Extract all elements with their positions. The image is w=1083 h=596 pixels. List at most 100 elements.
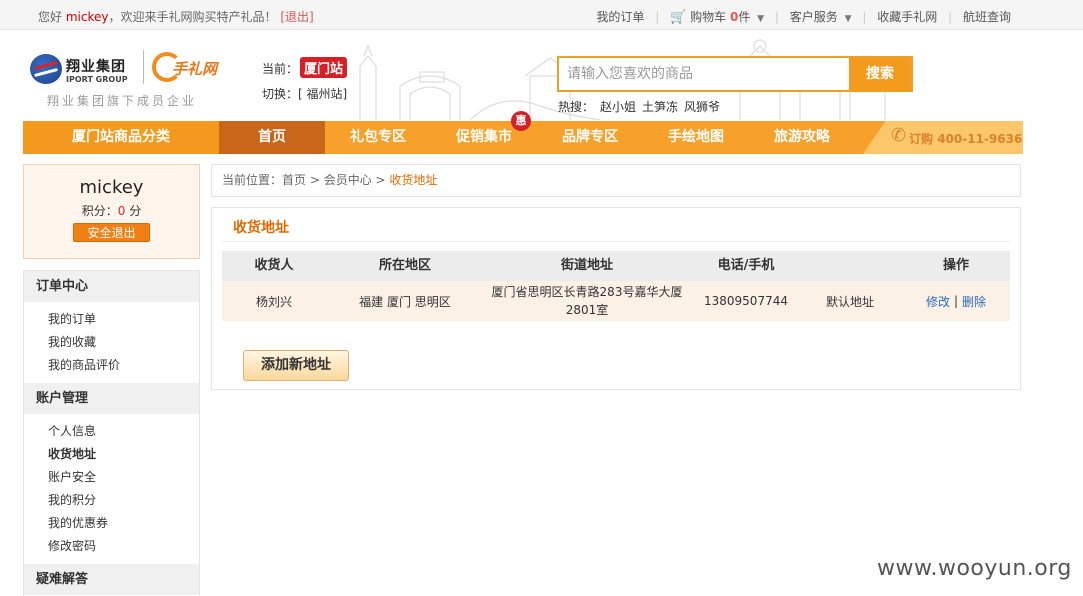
top-links: 我的订单 | 🛒 购物车 0件 ▼ | 客户服务 ▼ | 收藏手礼网 | 航班查… — [596, 8, 1011, 25]
address-table: 收货人 所在地区 街道地址 电话/手机 操作 杨刘兴 福建 厦门 思明区 厦门省… — [222, 251, 1010, 321]
divider: | — [862, 10, 867, 24]
points-label: 积分： — [81, 204, 118, 218]
edit-address-link[interactable]: 修改 — [926, 293, 950, 310]
chevron-down-icon: ▼ — [757, 14, 765, 24]
shouli-name: 手礼网 — [172, 60, 218, 78]
category-menu-button[interactable]: 厦门站商品分类 — [23, 121, 219, 154]
menu-links: 我的订单 我的收藏 我的商品评价 — [24, 302, 199, 383]
menu-section-orders: 订单中心 — [24, 271, 199, 302]
nav-item-gift-packs[interactable]: 礼包专区 — [325, 121, 431, 154]
favorite-site-link[interactable]: 收藏手礼网 — [877, 8, 937, 25]
iport-group-logo: 翔业集团 IPORT GROUP — [30, 52, 140, 88]
hot-search-label: 热搜： — [558, 100, 595, 114]
chevron-down-icon: ▼ — [844, 14, 852, 24]
divider — [222, 241, 1010, 242]
greeting-prefix: 您好 — [38, 10, 63, 24]
address-panel: 收货地址 收货人 所在地区 街道地址 电话/手机 操作 杨刘兴 福建 厦门 思明… — [211, 207, 1021, 390]
cart-unit: 件 — [738, 10, 751, 24]
cart-count: 0 — [729, 10, 739, 24]
main-nav: 厦门站商品分类 首页 礼包专区 促销集市 品牌专区 手绘地图 旅游攻略 惠 ✆ … — [23, 111, 1023, 154]
safe-logout-button[interactable]: 安全退出 — [73, 223, 150, 242]
nav-item-home[interactable]: 首页 — [219, 121, 325, 154]
iport-logo-icon — [30, 54, 62, 84]
hot-searches: 热搜： 赵小姐 土笋冻 风狮爷 — [558, 98, 720, 115]
welcome-text: 您好 mickey，欢迎来手礼网购买特产礼品！ [退出] — [38, 8, 314, 25]
menu-link-points[interactable]: 我的积分 — [48, 489, 199, 512]
cell-default-flag: 默认地址 — [825, 294, 874, 309]
breadcrumb-member[interactable]: 会员中心 — [324, 173, 372, 187]
cart-icon: 🛒 — [670, 10, 687, 25]
menu-link-my-orders[interactable]: 我的订单 — [48, 308, 199, 331]
current-station-label: 当前： — [262, 62, 299, 76]
greeting-suffix: ，欢迎来手礼网购买特产礼品！ — [108, 10, 277, 24]
breadcrumb-sep: > — [371, 173, 390, 187]
breadcrumb-home[interactable]: 首页 — [282, 173, 306, 187]
nav-item-travel-guide[interactable]: 旅游攻略 — [749, 121, 855, 154]
divider: | — [953, 294, 959, 308]
menu-link-password[interactable]: 修改密码 — [48, 535, 199, 558]
menu-link-profile[interactable]: 个人信息 — [48, 420, 199, 443]
hotline-number: 400-11-96363 — [937, 132, 1031, 146]
current-station: 当前： 厦门站 — [262, 57, 348, 78]
nav-item-brands[interactable]: 品牌专区 — [537, 121, 643, 154]
breadcrumb-sep: > — [306, 173, 324, 187]
logo-divider — [143, 50, 144, 84]
col-header-recipient: 收货人 — [254, 258, 294, 273]
station-switch: 切换：[ 福州站] — [262, 85, 347, 102]
menu-link-reviews[interactable]: 我的商品评价 — [48, 354, 199, 377]
customer-service-label: 客户服务 — [789, 10, 838, 24]
hot-search-item[interactable]: 风狮爷 — [684, 100, 720, 114]
order-hotline: ✆ 订购 400-11-96363 — [863, 121, 1023, 154]
hot-search-item[interactable]: 赵小姐 — [600, 100, 636, 114]
menu-link-addresses[interactable]: 收货地址 — [48, 443, 199, 466]
col-header-phone: 电话/手机 — [717, 258, 775, 273]
user-points: 积分：0 分 — [24, 202, 199, 219]
menu-link-security[interactable]: 账户安全 — [48, 466, 199, 489]
group-en-name: IPORT GROUP — [66, 75, 128, 84]
shouli-logo: 手礼网 — [152, 52, 224, 84]
phone-icon: ✆ — [891, 125, 907, 146]
cart-label: 购物车 — [690, 10, 727, 24]
discount-badge: 惠 — [511, 111, 531, 131]
col-header-region: 所在地区 — [378, 258, 431, 273]
divider: | — [774, 10, 779, 24]
search-box: 搜索 — [557, 56, 913, 92]
col-header-street: 街道地址 — [560, 258, 613, 273]
menu-links: 个人信息 收货地址 账户安全 我的积分 我的优惠券 修改密码 — [24, 414, 199, 564]
add-address-button[interactable]: 添加新地址 — [243, 350, 349, 381]
breadcrumb-current: 收货地址 — [389, 173, 438, 187]
search-button[interactable]: 搜索 — [849, 58, 911, 90]
username-link[interactable]: mickey — [66, 10, 109, 24]
member-sidebar-menu: 订单中心 我的订单 我的收藏 我的商品评价 账户管理 个人信息 收货地址 账户安… — [23, 270, 200, 596]
order-label: 订购 — [909, 132, 934, 146]
cart-link[interactable]: 🛒 购物车 0件 ▼ — [670, 8, 764, 25]
top-bar: 您好 mickey，欢迎来手礼网购买特产礼品！ [退出] 我的订单 | 🛒 购物… — [0, 0, 1083, 30]
customer-service-menu[interactable]: 客户服务 ▼ — [790, 8, 852, 25]
col-header-default — [798, 251, 902, 281]
panel-title: 收货地址 — [233, 220, 289, 236]
menu-link-coupons[interactable]: 我的优惠券 — [48, 512, 199, 535]
nav-item-map[interactable]: 手绘地图 — [643, 121, 749, 154]
logo-tagline: 翔业集团旗下成员企业 — [47, 94, 198, 108]
cell-actions: 修改 | 删除 — [902, 281, 1010, 321]
col-header-actions: 操作 — [942, 258, 969, 273]
menu-section-faq: 疑难解答 — [24, 564, 199, 595]
cell-recipient: 杨刘兴 — [255, 294, 292, 309]
my-orders-link[interactable]: 我的订单 — [596, 8, 644, 25]
site-logo[interactable]: 翔业集团 IPORT GROUP 手礼网 翔业集团旗下成员企业 — [30, 48, 230, 108]
search-input[interactable] — [559, 58, 851, 90]
delete-address-link[interactable]: 删除 — [962, 293, 986, 310]
hotline-text: 订购 400-11-96363 — [909, 130, 1031, 147]
cell-street: 厦门省思明区长青路283号嘉华大厦2801室 — [491, 285, 683, 317]
flight-query-link[interactable]: 航班查询 — [963, 8, 1011, 25]
menu-link-favorites[interactable]: 我的收藏 — [48, 331, 199, 354]
switch-station-link[interactable]: 福州站 — [307, 87, 343, 101]
hot-search-item[interactable]: 土笋冻 — [642, 100, 678, 114]
cell-region: 福建 厦门 思明区 — [359, 294, 451, 309]
watermark: www.wooyun.org — [877, 556, 1072, 581]
cell-phone: 13809507744 — [704, 294, 788, 308]
menu-section-account: 账户管理 — [24, 383, 199, 414]
user-summary: mickey 积分：0 分 安全退出 — [23, 164, 200, 259]
logout-link[interactable]: [退出] — [280, 10, 313, 24]
divider: | — [655, 10, 660, 24]
